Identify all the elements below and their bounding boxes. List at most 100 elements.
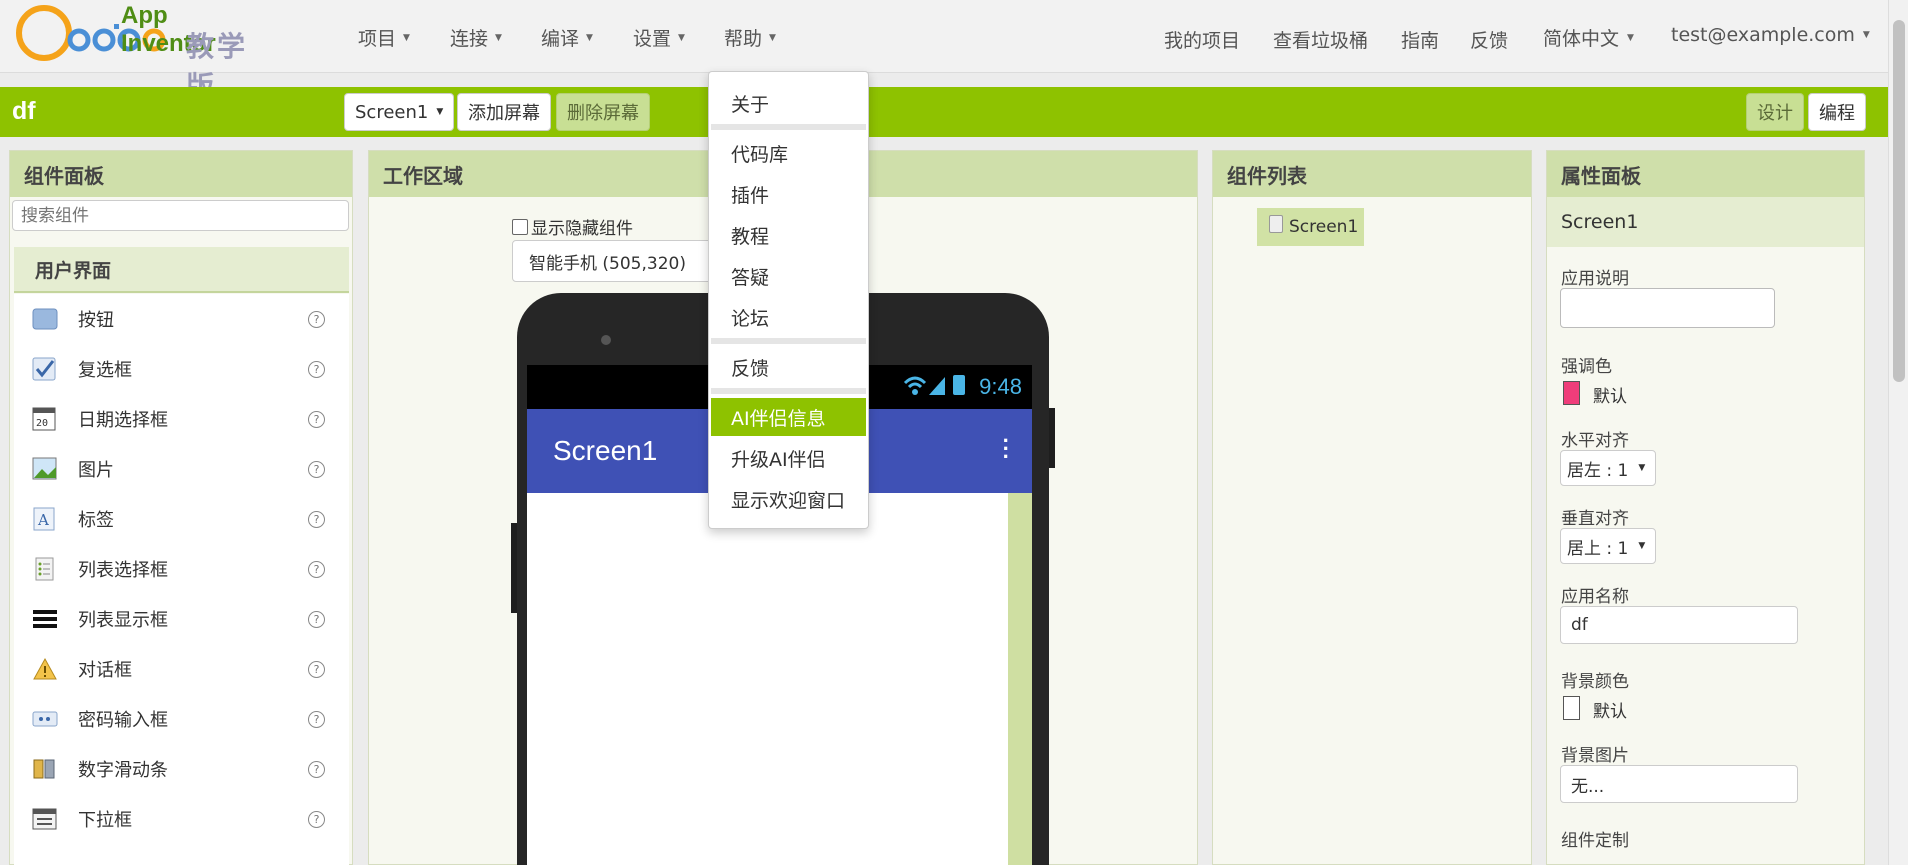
calendar-icon: 20 [32,406,58,432]
listview-icon [32,606,58,632]
remove-screen-label: 删除屏幕 [567,103,639,124]
properties-component-name: Screen1 [1547,197,1864,247]
account-menu[interactable]: test@example.com ▼ [1671,24,1870,46]
project-name: df [12,97,36,125]
palette-item-button[interactable]: 按钮 ? [14,294,349,344]
phone-side-button [1049,408,1055,468]
help-icon[interactable]: ? [308,460,325,478]
menu-build[interactable]: 编译 ▼ [541,24,593,51]
app-inventor-logo[interactable]: App Inventor 教学版 [14,2,264,103]
category-user-interface[interactable]: 用户界面 [14,247,349,293]
palette-list: 按钮 ? 复选框 ? 20 日期选择框 ? 图片 ? A 标签 ? 列表选择框 … [14,294,349,865]
help-icon[interactable]: ? [308,510,325,528]
component-search-input[interactable] [12,200,349,231]
remove-screen-button[interactable]: 删除屏幕 [556,93,650,131]
palette-item-slider[interactable]: 数字滑动条 ? [14,744,349,794]
menu-item-tutorials[interactable]: 教程 [711,216,866,254]
page-scrollbar[interactable] [1888,0,1908,865]
menu-item-extensions[interactable]: 插件 [711,175,866,213]
menu-item-update-companion[interactable]: 升级AI伴侣 [711,439,866,477]
listpicker-icon [32,556,58,582]
add-screen-button[interactable]: 添加屏幕 [457,93,551,131]
language-menu[interactable]: 简体中文 ▼ [1543,24,1634,51]
palette-item-password[interactable]: 密码输入框 ? [14,694,349,744]
link-trash[interactable]: 查看垃圾桶 [1273,26,1368,53]
blocks-label: 编程 [1819,103,1855,124]
link-trash-label: 查看垃圾桶 [1273,30,1369,52]
link-my-projects-label: 我的项目 [1164,30,1241,52]
help-icon[interactable]: ? [308,560,325,578]
caret-down-icon: ▼ [1862,30,1870,40]
help-icon[interactable]: ? [308,610,325,628]
help-icon[interactable]: ? [308,360,325,378]
menu-help[interactable]: 帮助 ▼ [724,24,776,51]
add-screen-label: 添加屏幕 [468,103,540,124]
palette-item-listpicker[interactable]: 列表选择框 ? [14,544,349,594]
help-icon[interactable]: ? [308,810,325,828]
palette-item-label[interactable]: A 标签 ? [14,494,349,544]
caret-down-icon: ▼ [769,32,776,43]
menu-item-faq[interactable]: 答疑 [711,257,866,295]
menu-divider [711,388,866,394]
blocks-button[interactable]: 编程 [1808,93,1866,131]
menu-project-label: 项目 [358,28,397,50]
show-hidden-label: 显示隐藏组件 [531,219,633,239]
menu-item-about[interactable]: 关于 [711,84,866,122]
checkbox-icon [32,356,58,382]
menu-item-feedback[interactable]: 反馈 [711,348,866,386]
background-color-label: 背景颜色 [1561,672,1629,692]
screen-node-icon [1269,215,1283,233]
checkbox-box[interactable] [512,218,528,235]
menu-connect[interactable]: 连接 ▼ [450,24,502,51]
about-screen-textarea[interactable] [1560,288,1775,328]
palette-item-image[interactable]: 图片 ? [14,444,349,494]
palette-item-listview[interactable]: 列表显示框 ? [14,594,349,644]
accent-color-value[interactable]: 默认 [1593,382,1627,407]
palette-item-notifier[interactable]: 对话框 ? [14,644,349,694]
menu-project[interactable]: 项目 ▼ [358,24,410,51]
help-icon[interactable]: ? [308,660,325,678]
show-hidden-checkbox[interactable]: 显示隐藏组件 [512,214,633,239]
palette-item-checkbox[interactable]: 复选框 ? [14,344,349,394]
horizontal-align-value: 居左 : 1 [1567,460,1629,481]
warning-icon [32,656,58,682]
link-guide[interactable]: 指南 [1401,26,1439,53]
caret-down-icon: ▼ [436,107,444,117]
palette-item-label: 对话框 [78,660,132,681]
accent-color-swatch[interactable] [1563,381,1580,405]
device-size-select[interactable]: 智能手机 (505,320) [512,240,712,282]
palette-item-label: 日期选择框 [78,410,168,431]
menu-item-companion-info[interactable]: AI伴侣信息 [711,398,866,436]
background-image-picker[interactable]: 无... [1560,765,1798,803]
menu-settings[interactable]: 设置 ▼ [633,24,685,51]
app-name-value: df [1571,615,1588,635]
link-my-projects[interactable]: 我的项目 [1164,26,1240,53]
background-color-value[interactable]: 默认 [1593,697,1627,722]
menu-build-label: 编译 [541,28,580,50]
help-icon[interactable]: ? [308,310,325,328]
designer-button[interactable]: 设计 [1746,93,1804,131]
vertical-align-label: 垂直对齐 [1561,509,1629,529]
component-tree-screen1[interactable]: Screen1 [1257,208,1364,246]
menu-item-gallery[interactable]: 代码库 [711,134,866,172]
help-icon[interactable]: ? [308,760,325,778]
scrollbar-thumb[interactable] [1893,20,1905,382]
app-name-input[interactable]: df [1560,606,1798,644]
menu-item-show-splash[interactable]: 显示欢迎窗口 [711,480,866,518]
menu-item-forum[interactable]: 论坛 [711,298,866,336]
svg-text:20: 20 [36,418,48,429]
screen-select[interactable]: Screen1 ▼ [344,93,455,131]
svg-text:A: A [37,511,49,529]
vertical-align-select[interactable]: 居上 : 1 ▼ [1560,528,1657,564]
status-time: 9:48 [979,374,1022,399]
palette-item-datepicker[interactable]: 20 日期选择框 ? [14,394,349,444]
accent-color-label: 强调色 [1561,357,1612,377]
help-icon[interactable]: ? [308,710,325,728]
horizontal-align-select[interactable]: 居左 : 1 ▼ [1560,450,1657,486]
help-icon[interactable]: ? [308,410,325,428]
background-color-swatch[interactable] [1563,696,1580,720]
palette-item-label: 按钮 [78,310,114,331]
background-image-value: 无... [1571,776,1605,797]
link-feedback[interactable]: 反馈 [1470,26,1508,53]
palette-item-spinner[interactable]: 下拉框 ? [14,794,349,844]
